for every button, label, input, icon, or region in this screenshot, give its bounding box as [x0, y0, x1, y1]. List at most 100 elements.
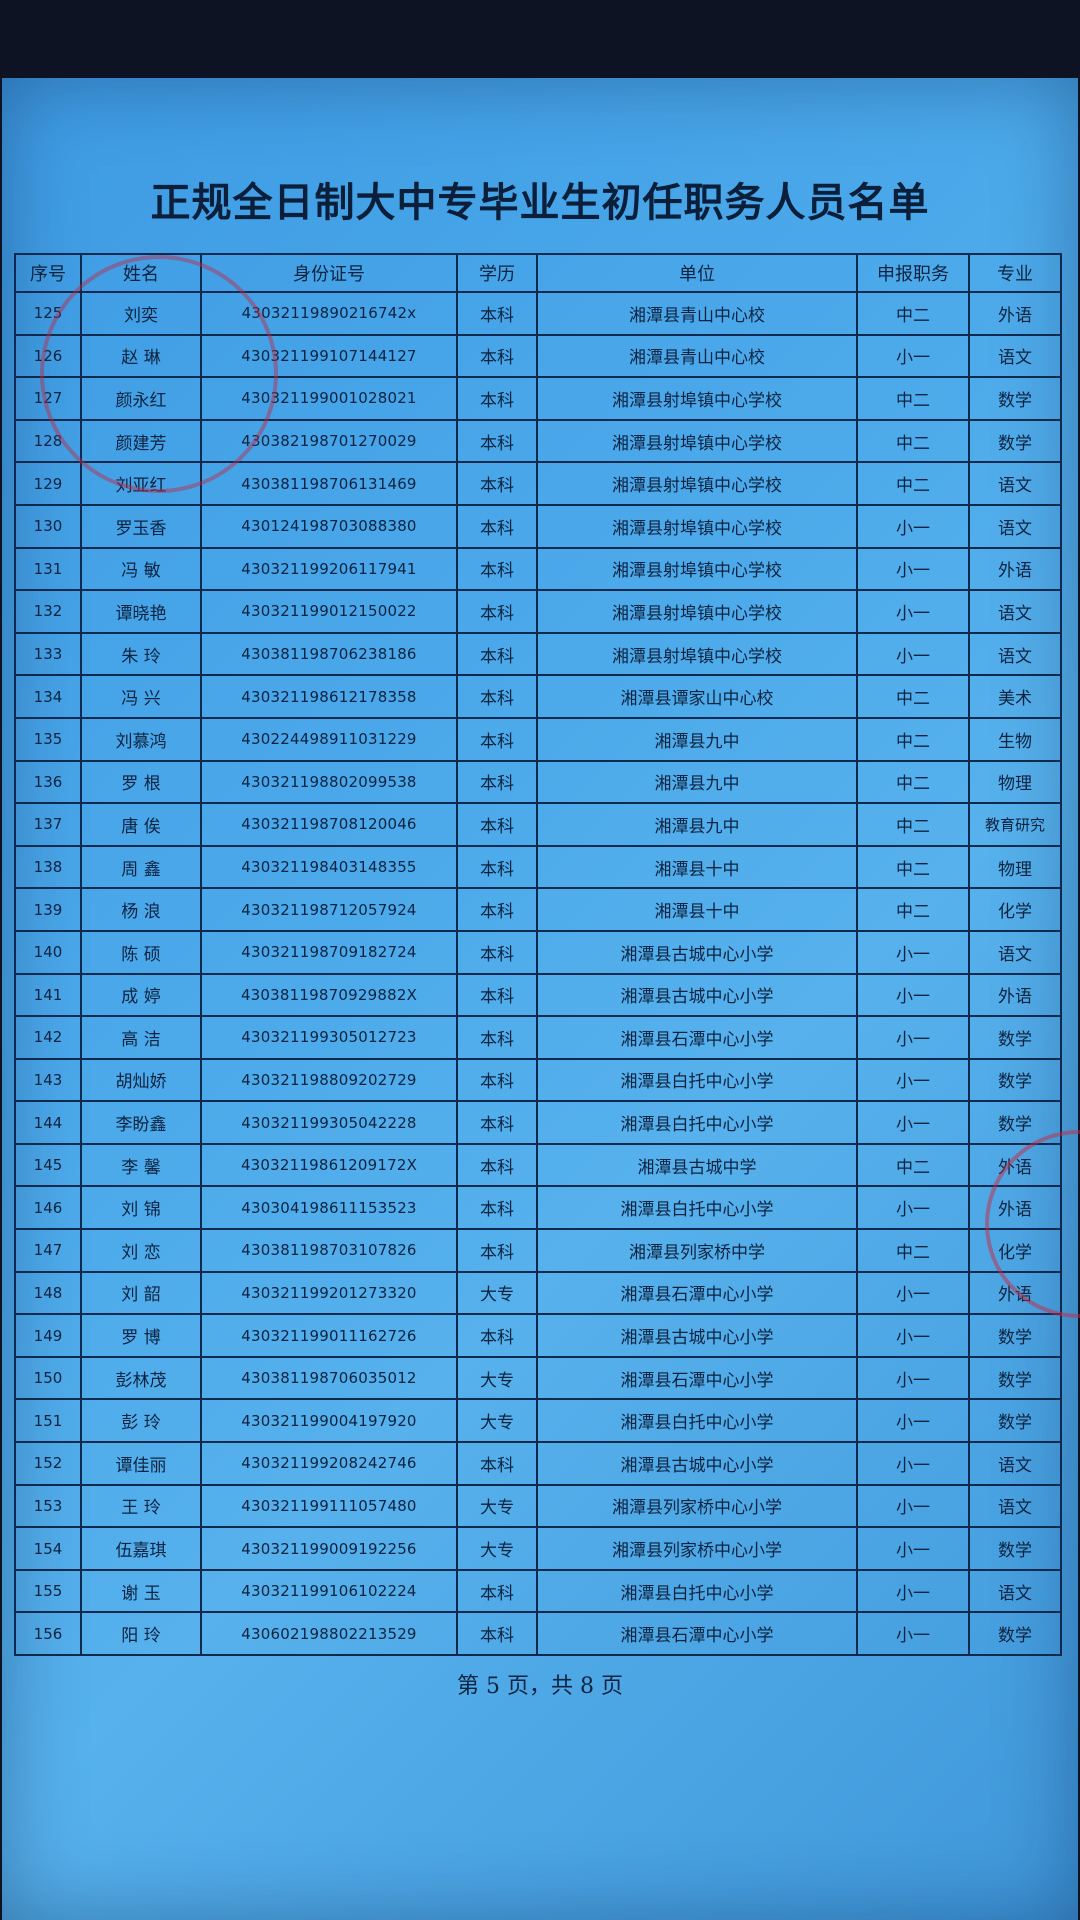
cell-name: 刘 锦 — [80, 1185, 202, 1231]
cell-seq: 149 — [14, 1313, 82, 1358]
table-row: 135 刘慕鸿 430224498911031229 本科 湘潭县九中 中二 生物 — [14, 716, 1062, 762]
cell-education: 大专 — [456, 1270, 538, 1316]
cell-name: 阳 玲 — [80, 1611, 202, 1656]
cell-name: 罗玉香 — [80, 503, 202, 549]
cell-education: 大专 — [456, 1355, 538, 1401]
cell-education: 本科 — [456, 333, 538, 379]
cell-id-number: 430382198701270029 — [200, 418, 458, 464]
cell-seq: 139 — [14, 887, 82, 932]
cell-id-number: 430321199201273320 — [200, 1270, 458, 1316]
cell-unit: 湘潭县古城中学 — [536, 1142, 858, 1188]
header-unit: 单位 — [536, 253, 858, 293]
cell-seq: 154 — [14, 1526, 82, 1571]
cell-major: 语文 — [968, 461, 1062, 506]
cell-rank: 中二 — [856, 291, 970, 336]
cell-id-number: 430321199111057480 — [200, 1483, 458, 1529]
cell-seq: 133 — [14, 631, 82, 677]
cell-id-number: 430321199305012723 — [200, 1015, 458, 1060]
cell-name: 颜建芳 — [80, 418, 202, 464]
cell-id-number: 43038119870929882X — [200, 972, 458, 1018]
cell-id-number: 430321199106102224 — [200, 1568, 458, 1614]
cell-seq: 128 — [14, 418, 82, 464]
cell-major: 语文 — [968, 503, 1062, 549]
cell-seq: 144 — [14, 1100, 82, 1145]
cell-name: 彭林茂 — [80, 1355, 202, 1401]
cell-education: 本科 — [456, 418, 538, 464]
cell-rank: 小一 — [856, 1441, 970, 1486]
cell-education: 本科 — [456, 461, 538, 506]
cell-unit: 湘潭县白托中心小学 — [536, 1185, 858, 1231]
header-row: 序号 姓名 身份证号 学历 单位 申报职务 专业 — [14, 253, 1062, 293]
cell-unit: 湘潭县谭家山中心校 — [536, 674, 858, 719]
cell-rank: 中二 — [856, 716, 970, 762]
cell-seq: 125 — [14, 291, 82, 336]
cell-major: 数学 — [968, 376, 1062, 421]
cell-rank: 中二 — [856, 461, 970, 506]
cell-seq: 136 — [14, 759, 82, 805]
cell-id-number: 430321199001028021 — [200, 376, 458, 421]
cell-name: 谢 玉 — [80, 1568, 202, 1614]
cell-education: 本科 — [456, 546, 538, 592]
cell-name: 陈 硕 — [80, 929, 202, 975]
cell-seq: 138 — [14, 844, 82, 890]
cell-seq: 142 — [14, 1015, 82, 1060]
table-row: 127 颜永红 430321199001028021 本科 湘潭县射埠镇中心学校 中二 数学 — [14, 376, 1062, 421]
cell-id-number: 430321199012150022 — [200, 589, 458, 634]
cell-seq: 140 — [14, 929, 82, 975]
cell-rank: 小一 — [856, 1057, 970, 1103]
cell-major: 数学 — [968, 1057, 1062, 1103]
cell-major: 语文 — [968, 929, 1062, 975]
cell-seq: 155 — [14, 1568, 82, 1614]
cell-major: 外语 — [968, 1270, 1062, 1316]
cell-unit: 湘潭县白托中心小学 — [536, 1398, 858, 1444]
cell-id-number: 430304198611153523 — [200, 1185, 458, 1231]
cell-seq: 146 — [14, 1185, 82, 1231]
cell-major: 物理 — [968, 759, 1062, 805]
table-row: 141 成 婷 43038119870929882X 本科 湘潭县古城中心小学 小一 外语 — [14, 972, 1062, 1018]
cell-id-number: 430321198708120046 — [200, 802, 458, 847]
cell-name: 谭晓艳 — [80, 589, 202, 634]
table-row: 151 彭 玲 430321199004197920 大专 湘潭县白托中心小学 小一 数学 — [14, 1398, 1062, 1444]
cell-name: 高 洁 — [80, 1015, 202, 1060]
cell-rank: 中二 — [856, 844, 970, 890]
cell-education: 本科 — [456, 972, 538, 1018]
cell-name: 伍嘉琪 — [80, 1526, 202, 1571]
cell-rank: 小一 — [856, 1015, 970, 1060]
cell-seq: 147 — [14, 1228, 82, 1273]
table-row: 142 高 洁 430321199305012723 本科 湘潭县石潭中心小学 小一 数学 — [14, 1015, 1062, 1060]
cell-rank: 小一 — [856, 1355, 970, 1401]
photo-background: 正规全日制大中专毕业生初任职务人员名单 序号 姓名 身份证号 学历 单位 申报职… — [0, 0, 1080, 1920]
cell-rank: 小一 — [856, 631, 970, 677]
cell-rank: 小一 — [856, 1398, 970, 1444]
cell-rank: 中二 — [856, 1228, 970, 1273]
cell-id-number: 430321198802099538 — [200, 759, 458, 805]
cell-education: 本科 — [456, 1228, 538, 1273]
header-id-number: 身份证号 — [200, 253, 458, 293]
cell-id-number: 430321199011162726 — [200, 1313, 458, 1358]
cell-rank: 小一 — [856, 503, 970, 549]
cell-id-number: 430321199009192256 — [200, 1526, 458, 1571]
cell-education: 本科 — [456, 802, 538, 847]
cell-seq: 141 — [14, 972, 82, 1018]
table-row: 149 罗 博 430321199011162726 本科 湘潭县古城中心小学 小一 数学 — [14, 1313, 1062, 1358]
cell-unit: 湘潭县石潭中心小学 — [536, 1611, 858, 1656]
cell-name: 罗 根 — [80, 759, 202, 805]
cell-education: 大专 — [456, 1398, 538, 1444]
cell-education: 本科 — [456, 759, 538, 805]
cell-id-number: 430321198403148355 — [200, 844, 458, 890]
cell-education: 本科 — [456, 1313, 538, 1358]
cell-major: 教育研究 — [968, 802, 1062, 847]
cell-education: 大专 — [456, 1526, 538, 1571]
cell-seq: 143 — [14, 1057, 82, 1103]
cell-major: 数学 — [968, 1355, 1062, 1401]
table-row: 128 颜建芳 430382198701270029 本科 湘潭县射埠镇中心学校 中二 数学 — [14, 418, 1062, 464]
cell-rank: 中二 — [856, 418, 970, 464]
cell-unit: 湘潭县射埠镇中心学校 — [536, 546, 858, 592]
cell-seq: 130 — [14, 503, 82, 549]
header-education: 学历 — [456, 253, 538, 293]
table-row: 155 谢 玉 430321199106102224 本科 湘潭县白托中心小学 小一 语文 — [14, 1568, 1062, 1614]
table-row: 132 谭晓艳 430321199012150022 本科 湘潭县射埠镇中心学校 小一 语文 — [14, 589, 1062, 634]
table-row: 139 杨 浪 430321198712057924 本科 湘潭县十中 中二 化学 — [14, 887, 1062, 932]
cell-unit: 湘潭县列家桥中心小学 — [536, 1526, 858, 1571]
cell-id-number: 430321198709182724 — [200, 929, 458, 975]
